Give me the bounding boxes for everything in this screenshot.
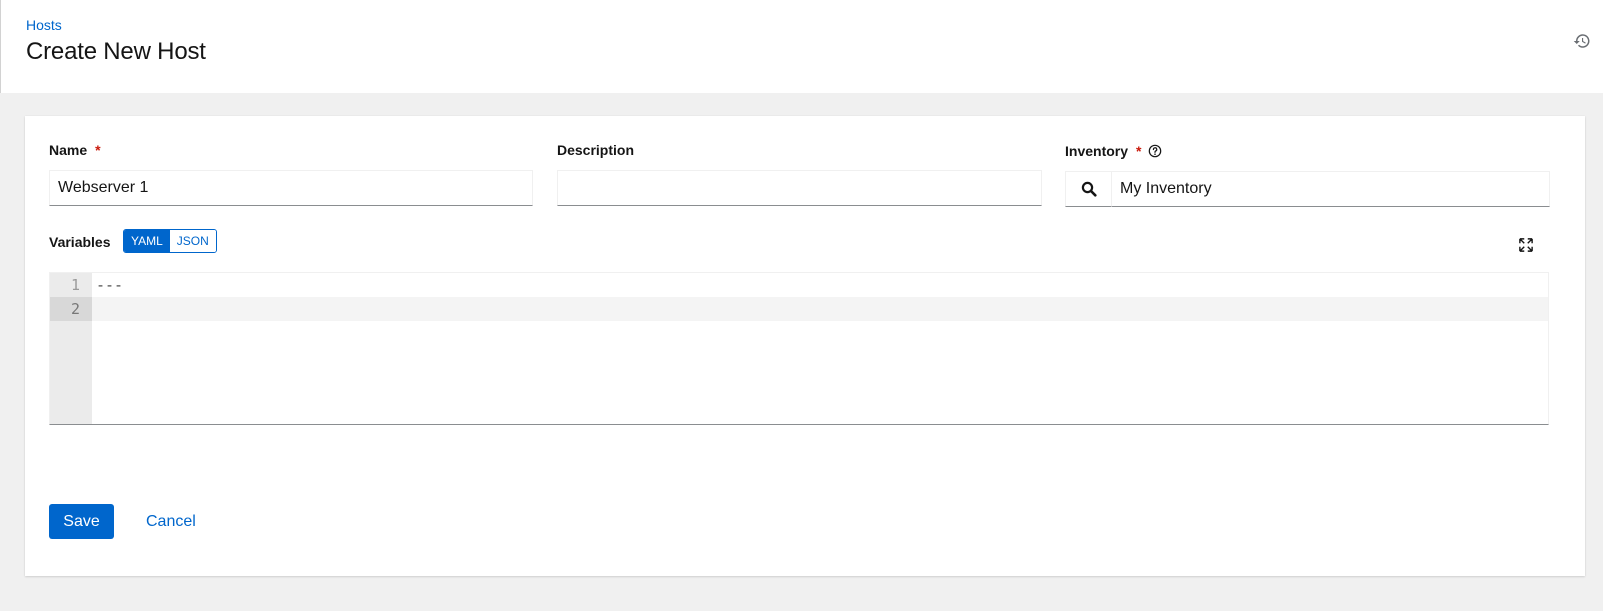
history-button[interactable] bbox=[1571, 30, 1593, 52]
expand-editor-button[interactable] bbox=[1517, 236, 1535, 254]
save-button[interactable]: Save bbox=[49, 504, 114, 539]
name-required-mark: * bbox=[95, 142, 101, 158]
line-number: 2 bbox=[50, 297, 92, 321]
inventory-required-mark: * bbox=[1136, 143, 1142, 159]
history-icon bbox=[1573, 34, 1590, 48]
inventory-input[interactable] bbox=[1112, 171, 1550, 207]
host-form-card: Name * Description Inventory * Variables… bbox=[25, 116, 1585, 576]
name-input[interactable] bbox=[49, 170, 533, 206]
description-input[interactable] bbox=[557, 170, 1042, 206]
search-icon bbox=[1081, 181, 1097, 197]
code-line: --- bbox=[96, 276, 124, 294]
variables-label: Variables bbox=[49, 234, 111, 250]
code-line bbox=[92, 297, 1548, 321]
breadcrumb-hosts-link[interactable]: Hosts bbox=[26, 17, 62, 33]
page-header: Hosts Create New Host bbox=[0, 0, 1603, 93]
name-label: Name * bbox=[49, 142, 101, 158]
yaml-toggle-button[interactable]: YAML bbox=[124, 230, 170, 252]
inventory-search-button[interactable] bbox=[1065, 171, 1112, 207]
editor-gutter: 1 2 bbox=[50, 273, 92, 424]
line-number: 1 bbox=[70, 276, 80, 294]
cancel-button[interactable]: Cancel bbox=[131, 504, 211, 539]
description-label-text: Description bbox=[557, 142, 635, 158]
inventory-label-text: Inventory bbox=[1065, 143, 1129, 159]
inventory-label: Inventory * bbox=[1065, 143, 1162, 159]
expand-icon bbox=[1519, 238, 1533, 252]
question-circle-icon[interactable] bbox=[1148, 144, 1162, 158]
editor-content[interactable]: --- bbox=[92, 273, 1548, 424]
json-toggle-button[interactable]: JSON bbox=[169, 230, 216, 252]
name-label-text: Name bbox=[49, 142, 88, 158]
variables-mode-toggle: YAML JSON bbox=[123, 229, 217, 253]
description-label: Description bbox=[557, 142, 634, 158]
page-title: Create New Host bbox=[26, 38, 206, 65]
inventory-lookup bbox=[1065, 171, 1550, 207]
variables-code-editor[interactable]: 1 2 --- bbox=[49, 272, 1549, 425]
